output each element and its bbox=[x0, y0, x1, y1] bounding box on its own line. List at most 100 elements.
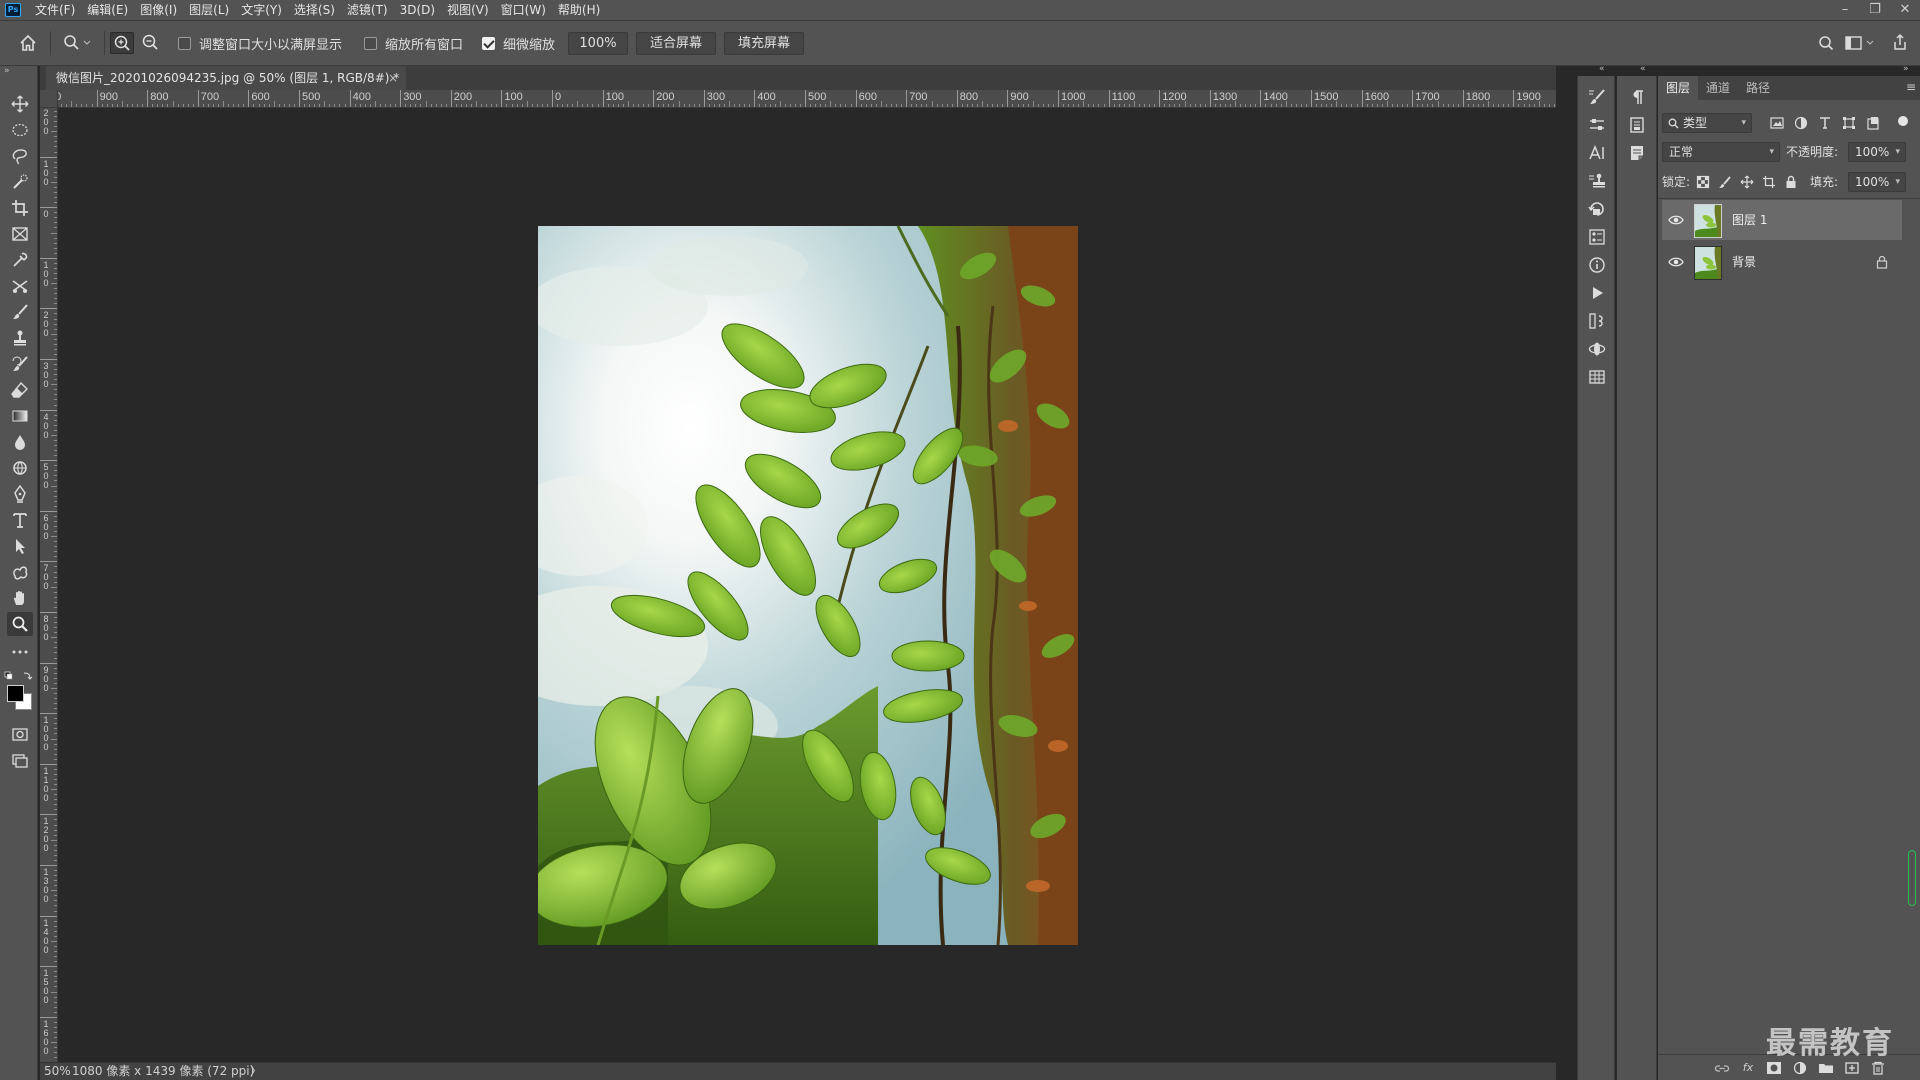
close-button[interactable]: ✕ bbox=[1890, 0, 1920, 20]
default-colors-icon[interactable] bbox=[4, 670, 34, 680]
fill-input[interactable]: 100% ▾ bbox=[1848, 172, 1906, 192]
zoom-out-mode-button[interactable] bbox=[139, 32, 163, 54]
quick-mask-button[interactable] bbox=[7, 722, 33, 746]
search-button[interactable] bbox=[1814, 32, 1838, 54]
panel-scrollbar-thumb[interactable] bbox=[1908, 850, 1916, 906]
lock-all-icon[interactable] bbox=[1784, 175, 1798, 189]
lasso-tool[interactable] bbox=[7, 144, 33, 168]
zoom-tool-preset-picker[interactable] bbox=[60, 32, 94, 54]
zoom-all-windows-option[interactable]: 缩放所有窗口 bbox=[364, 21, 463, 65]
3d-button[interactable] bbox=[1588, 340, 1606, 358]
eyedropper-tool[interactable] bbox=[7, 248, 33, 272]
type-layer-filter-icon[interactable] bbox=[1818, 116, 1832, 130]
lock-position-icon[interactable] bbox=[1740, 175, 1754, 189]
menu-layer[interactable]: 图层(L) bbox=[183, 0, 235, 20]
info-button[interactable] bbox=[1588, 256, 1606, 274]
screen-mode-button[interactable] bbox=[7, 748, 33, 772]
status-zoom[interactable]: 50% bbox=[44, 1063, 71, 1080]
foreground-color-swatch[interactable] bbox=[7, 685, 24, 702]
home-button[interactable] bbox=[16, 32, 40, 54]
menu-filter[interactable]: 滤镜(T) bbox=[341, 0, 394, 20]
resize-windows-checkbox[interactable] bbox=[178, 36, 191, 50]
workspace-switcher[interactable] bbox=[1842, 32, 1878, 54]
new-group-folder-icon[interactable] bbox=[1818, 1061, 1834, 1075]
blend-mode-select[interactable]: 正常 ▾ bbox=[1662, 142, 1780, 162]
lock-image-pixels-icon[interactable] bbox=[1718, 175, 1732, 189]
layer-name[interactable]: 背景 bbox=[1732, 253, 1756, 270]
ruler-origin[interactable] bbox=[40, 90, 58, 108]
collapse-panels-arrows-icon[interactable]: » bbox=[1903, 64, 1909, 74]
brushes-button[interactable] bbox=[1588, 312, 1606, 330]
eraser-tool[interactable] bbox=[7, 378, 33, 402]
collapse-arrows-icon[interactable]: » bbox=[4, 66, 10, 76]
layer-row-background[interactable]: 背景 bbox=[1662, 242, 1902, 282]
share-button[interactable] bbox=[1888, 32, 1912, 54]
collapse-icon-strip-arrows-icon[interactable]: « bbox=[1599, 64, 1605, 74]
shape-tool[interactable] bbox=[7, 560, 33, 584]
brush-tool[interactable] bbox=[7, 300, 33, 324]
zoom-all-windows-checkbox[interactable] bbox=[364, 36, 377, 50]
adjustment-layer-filter-icon[interactable] bbox=[1794, 116, 1808, 130]
filter-toggle-icon[interactable] bbox=[1898, 116, 1908, 126]
clone-source-button[interactable] bbox=[1588, 172, 1606, 190]
menu-edit[interactable]: 编辑(E) bbox=[81, 0, 134, 20]
gradient-tool[interactable] bbox=[7, 404, 33, 428]
actions-button[interactable] bbox=[1588, 284, 1606, 302]
more-tools-button[interactable] bbox=[7, 640, 33, 664]
menu-select[interactable]: 选择(S) bbox=[288, 0, 341, 20]
adjustments-button[interactable] bbox=[1588, 116, 1606, 134]
fx-button[interactable]: fx bbox=[1740, 1061, 1756, 1075]
menu-view[interactable]: 视图(V) bbox=[441, 0, 495, 20]
add-mask-icon[interactable] bbox=[1766, 1061, 1782, 1075]
zoom-tool[interactable] bbox=[7, 612, 33, 636]
history-brush-tool[interactable] bbox=[7, 352, 33, 376]
scrubby-zoom-checkbox[interactable] bbox=[482, 36, 495, 50]
opacity-input[interactable]: 100% ▾ bbox=[1848, 142, 1906, 162]
pixel-layer-filter-icon[interactable] bbox=[1770, 116, 1784, 130]
tab-paths[interactable]: 路径 bbox=[1738, 76, 1778, 100]
menu-window[interactable]: 窗口(W) bbox=[495, 0, 552, 20]
lock-icon[interactable] bbox=[1876, 255, 1888, 269]
shape-layer-filter-icon[interactable] bbox=[1842, 116, 1856, 130]
dodge-tool[interactable] bbox=[7, 456, 33, 480]
document-tab[interactable]: 微信图片_20201026094235.jpg @ 50% (图层 1, RGB… bbox=[46, 66, 406, 90]
notes-button[interactable] bbox=[1628, 144, 1646, 162]
menu-image[interactable]: 图像(I) bbox=[134, 0, 183, 20]
zoom-in-mode-button[interactable] bbox=[110, 32, 134, 54]
link-layers-icon[interactable] bbox=[1714, 1061, 1730, 1075]
layer-row-layer-1[interactable]: 图层 1 bbox=[1662, 200, 1902, 240]
lock-artboard-icon[interactable] bbox=[1762, 175, 1776, 189]
new-layer-icon[interactable] bbox=[1844, 1061, 1860, 1075]
panel-menu-icon[interactable]: ≡ bbox=[1906, 80, 1916, 94]
close-tab-icon[interactable]: × bbox=[388, 66, 398, 90]
tab-layers[interactable]: 图层 bbox=[1658, 76, 1699, 100]
canvas-area[interactable] bbox=[58, 108, 1556, 1062]
layer-filter-kind-select[interactable]: 类型 ▾ bbox=[1662, 113, 1752, 133]
collapse-strip2-arrows-icon[interactable]: « bbox=[1640, 64, 1646, 74]
menu-help[interactable]: 帮助(H) bbox=[552, 0, 606, 20]
path-select-tool[interactable] bbox=[7, 534, 33, 558]
zoom-100-button[interactable]: 100% bbox=[568, 32, 628, 55]
menu-3d[interactable]: 3D(D) bbox=[394, 0, 441, 20]
clone-stamp-tool[interactable] bbox=[7, 326, 33, 350]
history-button[interactable] bbox=[1588, 200, 1606, 218]
menu-type[interactable]: 文字(Y) bbox=[235, 0, 288, 20]
quick-select-tool[interactable] bbox=[7, 170, 33, 194]
layer-name[interactable]: 图层 1 bbox=[1732, 211, 1767, 228]
scrubby-zoom-option[interactable]: 细微缩放 bbox=[482, 21, 555, 65]
properties-button[interactable] bbox=[1588, 228, 1606, 246]
resize-windows-option[interactable]: 调整窗口大小以满屏显示 bbox=[178, 21, 342, 65]
document-image[interactable] bbox=[538, 226, 1078, 945]
content-aware-move-tool[interactable] bbox=[7, 274, 33, 298]
smart-object-filter-icon[interactable] bbox=[1866, 116, 1880, 130]
type-tool[interactable] bbox=[7, 508, 33, 532]
menu-file[interactable]: 文件(F) bbox=[29, 0, 81, 20]
tab-channels[interactable]: 通道 bbox=[1698, 76, 1738, 100]
trash-icon[interactable] bbox=[1870, 1061, 1886, 1075]
blur-tool[interactable] bbox=[7, 430, 33, 454]
marquee-tool[interactable] bbox=[7, 118, 33, 142]
pen-tool[interactable] bbox=[7, 482, 33, 506]
minimize-button[interactable]: – bbox=[1830, 0, 1860, 20]
eye-visibility-icon[interactable] bbox=[1668, 212, 1684, 228]
move-tool[interactable] bbox=[7, 92, 33, 116]
